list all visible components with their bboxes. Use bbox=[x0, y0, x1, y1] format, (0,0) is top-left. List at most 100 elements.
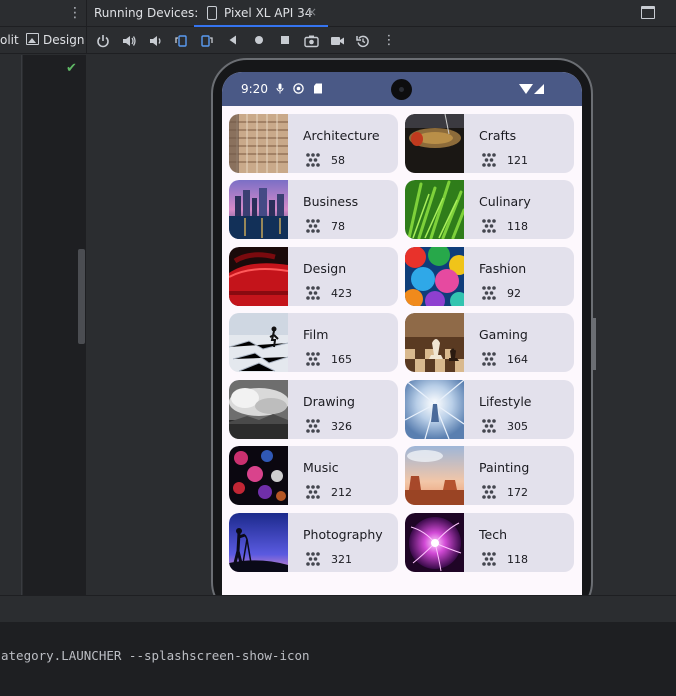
category-card-crafts[interactable]: Crafts 121 bbox=[405, 114, 574, 173]
device-tab[interactable]: Pixel XL API 34 × bbox=[194, 0, 328, 27]
device-tab-label: Pixel XL API 34 bbox=[224, 6, 313, 20]
drawing-image bbox=[229, 380, 288, 439]
film-image bbox=[229, 313, 288, 372]
snapshot-icon[interactable] bbox=[353, 31, 373, 51]
category-count: 321 bbox=[331, 553, 352, 566]
mic-icon bbox=[276, 83, 284, 97]
volume-down-icon[interactable] bbox=[145, 31, 165, 51]
fashion-image bbox=[405, 247, 464, 306]
dots-grid-icon bbox=[482, 219, 496, 233]
category-name: Design bbox=[303, 261, 347, 276]
category-card-culinary[interactable]: Culinary 118 bbox=[405, 180, 574, 239]
dots-grid-icon bbox=[306, 219, 320, 233]
dots-grid-icon bbox=[482, 485, 496, 499]
category-count: 423 bbox=[331, 287, 352, 300]
screenshot-icon[interactable] bbox=[301, 31, 321, 51]
category-card-design[interactable]: Design 423 bbox=[229, 247, 398, 306]
music-image bbox=[229, 446, 288, 505]
category-count: 305 bbox=[507, 420, 528, 433]
rotate-left-icon[interactable] bbox=[171, 31, 191, 51]
category-name: Film bbox=[303, 327, 329, 342]
status-time: 9:20 bbox=[241, 82, 268, 96]
category-card-lifestyle[interactable]: Lifestyle 305 bbox=[405, 380, 574, 439]
window-maximize-icon[interactable] bbox=[641, 6, 655, 19]
dots-grid-icon bbox=[306, 286, 320, 300]
status-bar: 9:20 bbox=[222, 72, 582, 106]
category-count: 118 bbox=[507, 553, 528, 566]
category-card-film[interactable]: Film 165 bbox=[229, 313, 398, 372]
category-count: 121 bbox=[507, 154, 528, 167]
architecture-image bbox=[229, 114, 288, 173]
category-name: Painting bbox=[479, 460, 530, 475]
power-icon[interactable] bbox=[93, 31, 113, 51]
category-card-gaming[interactable]: Gaming 164 bbox=[405, 313, 574, 372]
category-card-drawing[interactable]: Drawing 326 bbox=[229, 380, 398, 439]
category-name: Tech bbox=[479, 527, 507, 542]
rotate-right-icon[interactable] bbox=[197, 31, 217, 51]
dots-grid-icon bbox=[482, 352, 496, 366]
category-name: Crafts bbox=[479, 128, 517, 143]
painting-image bbox=[405, 446, 464, 505]
panel-title: Running Devices: bbox=[94, 6, 199, 20]
overview-icon[interactable] bbox=[275, 31, 295, 51]
dots-grid-icon bbox=[482, 552, 496, 566]
run-console[interactable]: ategory.LAUNCHER --splashscreen-show-ico… bbox=[0, 623, 676, 696]
category-name: Fashion bbox=[479, 261, 527, 276]
category-count: 58 bbox=[331, 154, 345, 167]
category-card-music[interactable]: Music 212 bbox=[229, 446, 398, 505]
close-tab-icon[interactable]: × bbox=[307, 5, 317, 19]
category-count: 212 bbox=[331, 486, 352, 499]
category-name: Music bbox=[303, 460, 339, 475]
category-card-photography[interactable]: Photography 321 bbox=[229, 513, 398, 572]
console-line: ategory.LAUNCHER --splashscreen-show-ico… bbox=[1, 648, 310, 663]
wifi-icon bbox=[519, 84, 533, 94]
design-image bbox=[229, 247, 288, 306]
category-name: Business bbox=[303, 194, 359, 209]
volume-up-icon[interactable] bbox=[119, 31, 139, 51]
category-card-architecture[interactable]: Architecture 58 bbox=[229, 114, 398, 173]
home-icon[interactable] bbox=[249, 31, 269, 51]
divider bbox=[86, 27, 87, 54]
category-name: Photography bbox=[303, 527, 383, 542]
category-name: Gaming bbox=[479, 327, 528, 342]
device-screen[interactable]: 9:20 Architecture 58 Crafts 121 Business… bbox=[222, 72, 582, 595]
sd-card-icon bbox=[313, 83, 323, 97]
split-mode-button[interactable]: olit bbox=[0, 33, 19, 47]
more-options-icon[interactable]: ⋮ bbox=[68, 4, 82, 22]
code-editor[interactable] bbox=[23, 55, 86, 595]
category-count: 172 bbox=[507, 486, 528, 499]
more-vertical-icon[interactable]: ⋮ bbox=[379, 31, 399, 51]
category-count: 165 bbox=[331, 353, 352, 366]
side-button[interactable] bbox=[593, 318, 596, 370]
running-devices-header: ⋮ Running Devices: Pixel XL API 34 × bbox=[0, 0, 676, 27]
category-name: Culinary bbox=[479, 194, 531, 209]
category-count: 164 bbox=[507, 353, 528, 366]
gaming-image bbox=[405, 313, 464, 372]
category-name: Lifestyle bbox=[479, 394, 532, 409]
phone-icon bbox=[207, 6, 217, 20]
category-count: 92 bbox=[507, 287, 521, 300]
dots-grid-icon bbox=[306, 485, 320, 499]
android-icon bbox=[293, 83, 304, 97]
editor-scrollbar[interactable] bbox=[78, 249, 85, 344]
dots-grid-icon bbox=[306, 352, 320, 366]
category-count: 326 bbox=[331, 420, 352, 433]
screen-record-icon[interactable] bbox=[327, 31, 347, 51]
category-card-painting[interactable]: Painting 172 bbox=[405, 446, 574, 505]
category-card-business[interactable]: Business 78 bbox=[229, 180, 398, 239]
dots-grid-icon bbox=[306, 552, 320, 566]
category-card-tech[interactable]: Tech 118 bbox=[405, 513, 574, 572]
category-count: 118 bbox=[507, 220, 528, 233]
culinary-image bbox=[405, 180, 464, 239]
device-toolbar: olit Design ⋮ bbox=[0, 27, 676, 54]
dots-grid-icon bbox=[306, 419, 320, 433]
back-icon[interactable] bbox=[223, 31, 243, 51]
dots-grid-icon bbox=[482, 419, 496, 433]
signal-icon bbox=[534, 84, 544, 94]
dots-grid-icon bbox=[482, 286, 496, 300]
dots-grid-icon bbox=[482, 153, 496, 167]
category-name: Drawing bbox=[303, 394, 355, 409]
category-card-fashion[interactable]: Fashion 92 bbox=[405, 247, 574, 306]
photography-image bbox=[229, 513, 288, 572]
dots-grid-icon bbox=[306, 153, 320, 167]
